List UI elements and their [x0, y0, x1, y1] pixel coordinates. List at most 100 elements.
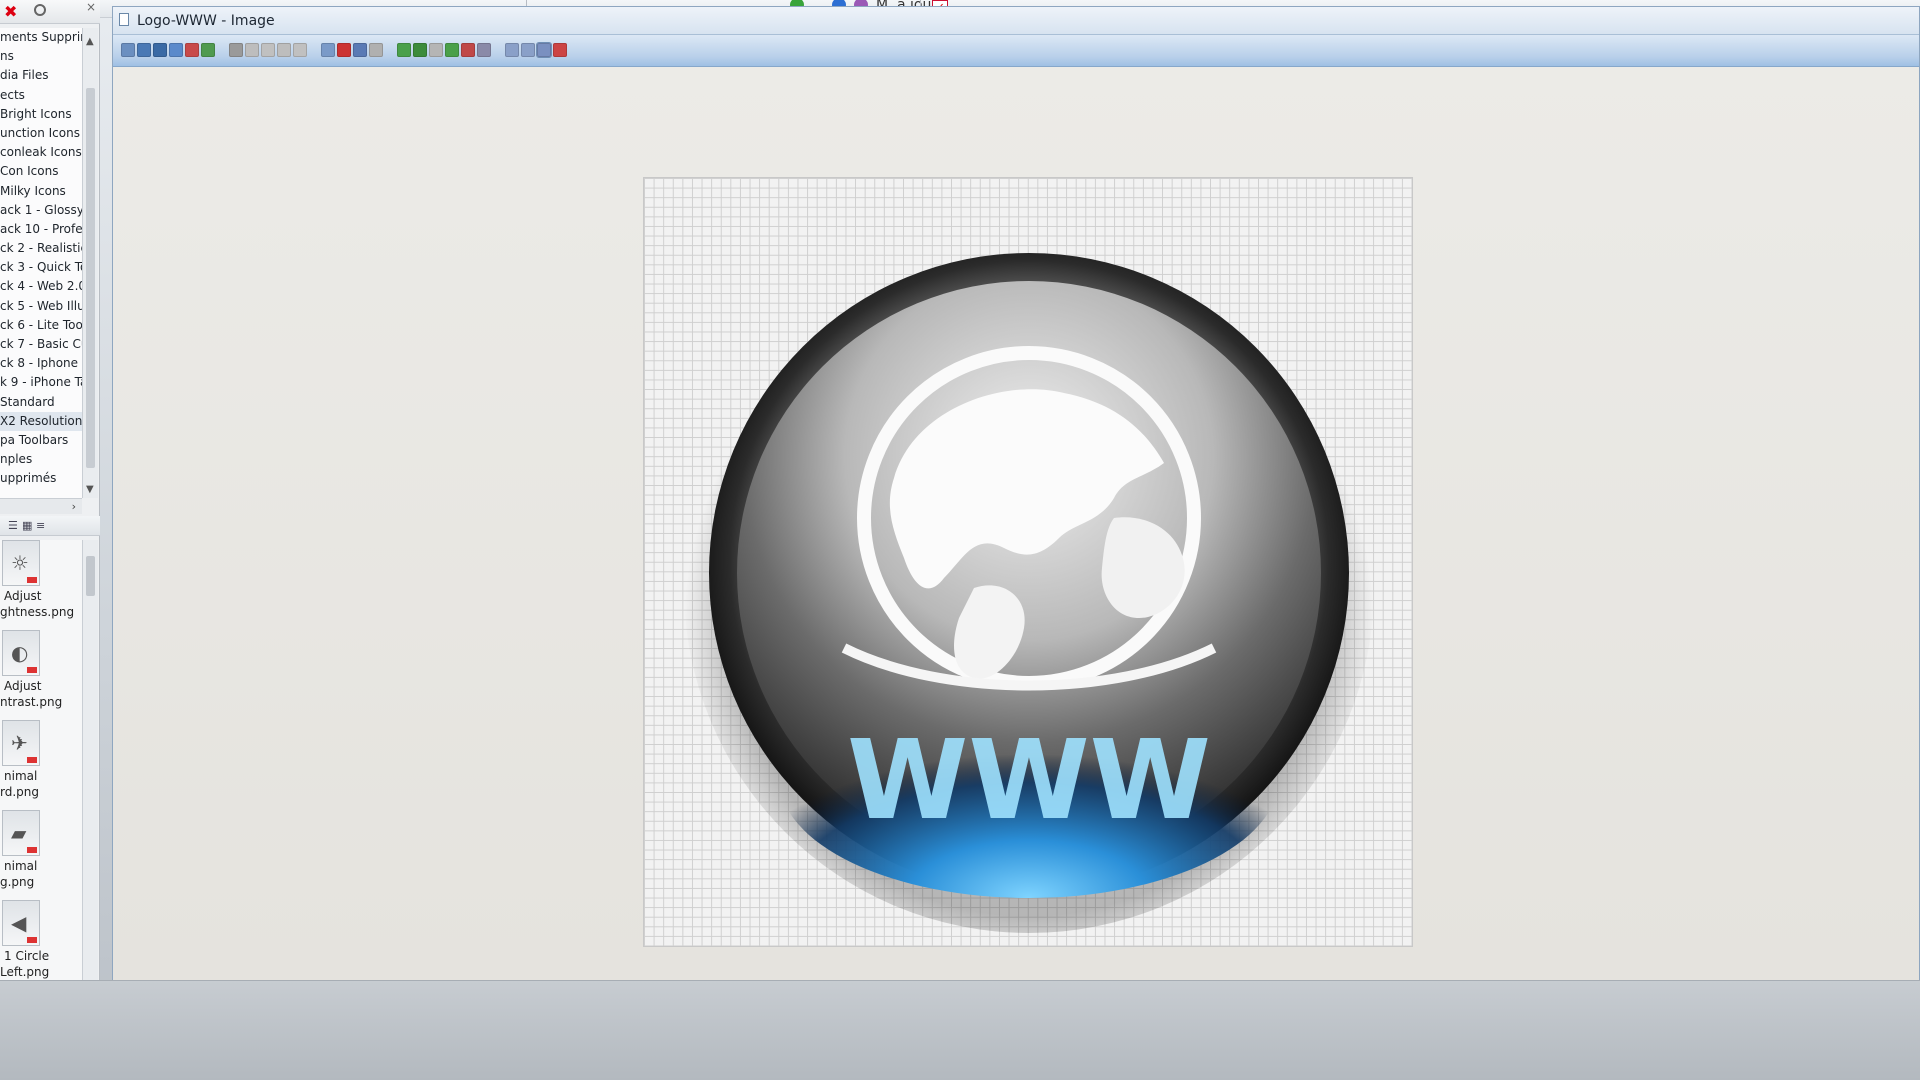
tree-item[interactable]: Con Icons [0, 162, 82, 181]
thumbnail-filename: Left.png [0, 965, 50, 979]
tree-hscrollbar[interactable]: › [0, 498, 82, 514]
zoom-in-icon[interactable] [505, 43, 519, 57]
size-badge [27, 757, 37, 763]
pencil-icon[interactable] [477, 43, 491, 57]
tree-item[interactable]: ck 2 - Realistic I [0, 239, 82, 258]
tree-item[interactable]: Bright Icons [0, 105, 82, 124]
save-icon[interactable] [153, 43, 167, 57]
chevron-up-icon[interactable]: ▲ [86, 36, 94, 47]
undo-icon[interactable] [277, 43, 291, 57]
dog-icon: ▰ [11, 821, 27, 845]
tree-item[interactable]: X2 Resolution [0, 411, 82, 431]
tree-item[interactable]: ack 10 - Professi [0, 220, 82, 239]
tree-item[interactable]: ck 5 - Web Illus [0, 297, 82, 316]
thumbnail-item[interactable]: ◀ 1 Circle Left.png [0, 900, 82, 990]
tree-item[interactable]: dia Files [0, 66, 82, 85]
thumbnail-label-line: Adjust [4, 589, 42, 603]
thumbnail-item[interactable]: ▰ nimal g.png [0, 810, 82, 900]
contrast-icon: ◐ [11, 641, 29, 665]
tree-item[interactable]: ments Supprimés [0, 28, 82, 47]
import-icon[interactable] [201, 43, 215, 57]
open-icon[interactable] [137, 43, 151, 57]
palette-icon[interactable] [353, 43, 367, 57]
tree-item[interactable]: Milky Icons [0, 182, 82, 201]
thumbnail-filename: ghtness.png [0, 605, 75, 619]
image-window: Logo-WWW - Image WWW [112, 6, 1920, 1080]
thumbnail-item[interactable]: ◐ Adjust ntrast.png [0, 630, 82, 720]
copy-icon[interactable] [245, 43, 259, 57]
select-icon[interactable] [369, 43, 383, 57]
tree-item[interactable]: conleak Icons [0, 143, 82, 162]
pixel-grid-canvas[interactable]: WWW [643, 177, 1413, 947]
thumbnail-image[interactable]: ◐ [2, 630, 40, 676]
arrow-left-circle-icon: ◀ [11, 911, 27, 935]
zoom-out-icon[interactable] [521, 43, 535, 57]
zoom-fit-icon[interactable] [536, 42, 552, 58]
check-icon[interactable] [553, 43, 567, 57]
size-badge [27, 667, 37, 673]
size-badge [27, 847, 37, 853]
folder-tree[interactable]: ments Supprimésnsdia FilesectsBright Ico… [0, 28, 82, 498]
thumbnail-label: 1 Circle Left.png [0, 948, 82, 980]
paste-icon[interactable] [261, 43, 275, 57]
window-titlebar[interactable]: Logo-WWW - Image [113, 7, 1919, 35]
thumbnail-filename: ntrast.png [0, 695, 63, 709]
thumbnail-scroll-thumb[interactable] [86, 556, 95, 596]
tree-item[interactable]: k 9 - iPhone Ta [0, 373, 82, 392]
resize-icon[interactable] [397, 43, 411, 57]
fill-icon[interactable] [445, 43, 459, 57]
thumbnail-image[interactable]: ☼ [2, 540, 40, 586]
library-header: ✖ × [0, 0, 100, 24]
thumbnail-label-line: 1 Circle [4, 949, 50, 963]
chevron-down-icon[interactable]: ▼ [86, 484, 94, 495]
desktop: ✖ × ments Supprimésnsdia FilesectsBright… [0, 0, 1920, 1080]
globe-icon: WWW [684, 243, 1374, 933]
grid-icon[interactable] [321, 43, 335, 57]
tree-item[interactable]: ack 1 - Glossy Bu [0, 201, 82, 220]
thumbnail-image[interactable]: ▰ [2, 810, 40, 856]
view-list-icon[interactable]: ☰ [8, 519, 18, 532]
tree-scrollbar[interactable]: ▲ ▼ [82, 28, 98, 498]
view-grid-icon[interactable]: ▦ [22, 519, 32, 532]
thumbnail-image[interactable]: ✈ [2, 720, 40, 766]
close-icon[interactable]: × [86, 0, 96, 14]
tree-item[interactable]: Standard [0, 393, 82, 412]
thumbnail-item[interactable]: ✈ nimal rd.png [0, 720, 82, 810]
tree-item[interactable]: ck 8 - Iphone A [0, 354, 82, 373]
tree-item[interactable]: ns [0, 47, 82, 66]
save-all-icon[interactable] [169, 43, 183, 57]
picker-icon[interactable] [461, 43, 475, 57]
tree-item[interactable]: unction Icons [0, 124, 82, 143]
rotate-icon[interactable] [429, 43, 443, 57]
thumbnail-item[interactable]: ☼ Adjust ghtness.png [0, 540, 82, 630]
thumbnail-label-line: nimal [4, 859, 38, 873]
thumbnail-label: Adjust ntrast.png [0, 678, 82, 710]
thumbnail-image[interactable]: ◀ [2, 900, 40, 946]
tree-item[interactable]: ck 4 - Web 2.0 [0, 277, 82, 296]
thumbnail-label-line: nimal [4, 769, 38, 783]
search-icon[interactable] [34, 4, 46, 16]
tree-item[interactable]: pa Toolbars [0, 431, 82, 450]
thumbnail-filename: rd.png [0, 785, 39, 799]
redo-icon[interactable] [293, 43, 307, 57]
tree-item[interactable]: ck 6 - Lite Toolb [0, 316, 82, 335]
tree-item[interactable]: upprimés [0, 469, 82, 488]
export-icon[interactable] [185, 43, 199, 57]
new-icon[interactable] [121, 43, 135, 57]
delete-icon[interactable]: ✖ [4, 2, 17, 21]
tree-item[interactable]: nples [0, 450, 82, 469]
chevron-right-icon[interactable]: › [72, 500, 76, 513]
crop-icon[interactable] [413, 43, 427, 57]
www-text: WWW [847, 716, 1211, 844]
tree-item[interactable]: ck 3 - Quick Too [0, 258, 82, 277]
tree-item[interactable]: ck 7 - Basic Cur [0, 335, 82, 354]
thumbnail-label: Adjust ghtness.png [0, 588, 82, 620]
view-details-icon[interactable]: ≡ [36, 519, 45, 532]
size-badge [27, 577, 37, 583]
color-icon[interactable] [337, 43, 351, 57]
tree-scroll-thumb[interactable] [86, 88, 95, 468]
tree-item[interactable]: ects [0, 86, 82, 105]
document-icon [119, 13, 129, 26]
cut-icon[interactable] [229, 43, 243, 57]
thumbnail-label: nimal g.png [0, 858, 82, 890]
